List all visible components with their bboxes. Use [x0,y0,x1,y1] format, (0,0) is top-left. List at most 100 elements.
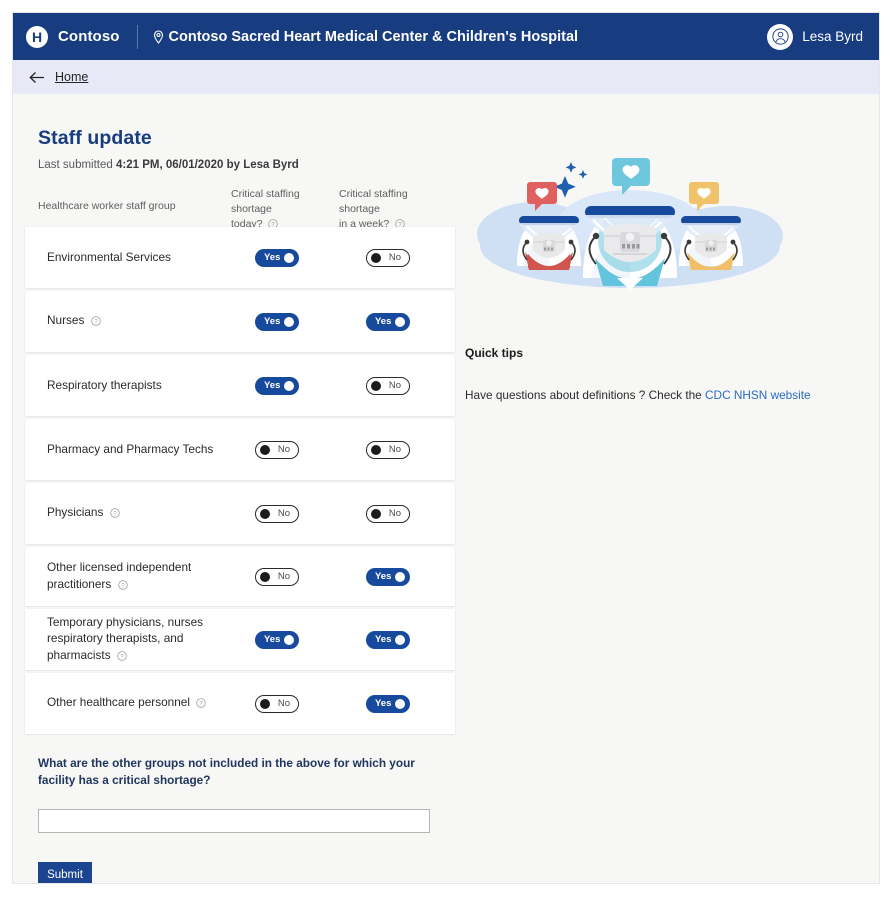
quick-tips-column: Quick tips Have questions about definiti… [465,94,865,402]
toggle-no[interactable]: No [366,440,410,459]
toggle-label: Yes [264,315,281,327]
toggle-no[interactable]: No [366,248,410,267]
toggle-yes[interactable]: Yes [366,694,410,713]
table-row: Pharmacy and Pharmacy Techs No No [25,419,455,480]
toggle-knob [395,316,405,327]
toggle-knob [395,698,405,709]
toggle-knob [395,634,405,645]
back-home-link[interactable]: Home [29,70,88,84]
toggle-cell-week: No [366,440,410,459]
toggle-knob [371,444,381,455]
toggle-cell-today: Yes [255,376,299,395]
toggle-cell-week: No [366,376,410,395]
main-content: Staff update Last submitted 4:21 PM, 06/… [13,94,879,883]
svg-text:?: ? [200,701,204,708]
toggle-label: Yes [264,251,281,263]
brand-label: Contoso [58,28,120,45]
app-header: H Contoso Contoso Sacred Heart Medical C… [13,13,879,60]
facility-label: Contoso Sacred Heart Medical Center & Ch… [168,28,579,45]
toggle-cell-today: No [255,694,299,713]
home-label: Home [55,70,89,84]
cdc-nhsn-website-link[interactable]: CDC NHSN website [705,388,811,402]
app-window: H Contoso Contoso Sacred Heart Medical C… [12,12,880,884]
toggle-yes[interactable]: Yes [366,630,410,649]
help-circle-icon[interactable]: ? [117,649,127,666]
toggle-cell-today: Yes [255,630,299,649]
page-title: Staff update [38,127,152,149]
toggle-label: Yes [264,379,281,391]
last-submitted-text: Last submitted 4:21 PM, 06/01/2020 by Le… [38,159,455,171]
staff-group-label: Physicians ? [47,504,232,523]
arrow-left-icon [29,71,45,84]
help-circle-icon[interactable]: ? [196,696,206,713]
toggle-knob [260,508,270,519]
staff-group-label: Other healthcare personnel ? [47,694,232,713]
toggle-knob [260,698,270,709]
toggle-knob [284,252,294,263]
column-header-group: Healthcare worker staff group [38,200,176,212]
toggle-cell-week: No [366,248,410,267]
toggle-yes[interactable]: Yes [255,630,299,649]
toggle-label: Yes [264,633,281,645]
toggle-yes[interactable]: Yes [255,312,299,331]
toggle-yes[interactable]: Yes [255,248,299,267]
toggle-cell-today: Yes [255,312,299,331]
toggle-yes[interactable]: Yes [366,567,410,586]
user-name-label: Lesa Byrd [802,29,863,44]
staff-group-name: Environmental Services [47,250,171,265]
toggle-knob [284,316,294,327]
staff-group-label: Nurses ? [47,312,232,331]
staff-group-name: Nurses [47,313,85,328]
toggle-label: No [277,570,290,582]
toggle-cell-week: Yes [366,567,410,586]
table-row: Nurses ? Yes Yes [25,291,455,352]
last-submitted-value: 4:21 PM, 06/01/2020 by Lesa Byrd [115,159,299,171]
toggle-cell-today: No [255,504,299,523]
table-row: Other licensed independent practitioners… [25,547,455,606]
user-menu[interactable]: Lesa Byrd [767,23,863,50]
toggle-no[interactable]: No [255,504,299,523]
toggle-label: No [388,443,401,455]
toggle-yes[interactable]: Yes [255,376,299,395]
facility-name: Contoso Sacred Heart Medical Center & Ch… [153,28,579,45]
toggle-label: No [277,443,290,455]
svg-text:?: ? [121,582,125,589]
svg-text:?: ? [120,653,124,660]
table-row: Temporary physicians, nurses respiratory… [25,609,455,670]
toggle-label: Yes [375,315,392,327]
toggle-label: Yes [375,633,392,645]
healthcare-workers-masks-illustration [465,154,795,294]
staff-group-label: Other licensed independent practitioners… [47,559,232,594]
last-submitted-prefix: Last submitted [38,159,116,171]
toggle-cell-week: Yes [366,630,410,649]
help-circle-icon[interactable]: ? [117,578,128,595]
quick-tips-body: Have questions about definitions ? Check… [465,388,706,402]
table-row: Physicians ? No No [25,483,455,544]
help-circle-icon[interactable]: ? [109,506,120,523]
help-circle-icon[interactable]: ? [90,314,101,331]
toggle-no[interactable]: No [366,376,410,395]
table-row: Environmental Services Yes No [25,227,455,288]
svg-text:?: ? [113,511,117,518]
toggle-cell-week: No [366,504,410,523]
toggle-label: No [388,379,401,391]
toggle-cell-week: Yes [366,312,410,331]
table-column-headers: Healthcare worker staff group Critical s… [25,187,455,230]
toggle-no[interactable]: No [366,504,410,523]
submit-button[interactable]: Submit [38,862,92,883]
toggle-knob [284,380,294,391]
toggle-knob [284,634,294,645]
map-pin-icon [153,29,164,44]
staff-group-name: Respiratory therapists [47,378,162,393]
toggle-knob [260,571,270,582]
toggle-label: Yes [375,697,392,709]
toggle-no[interactable]: No [255,694,299,713]
staff-group-name: Pharmacy and Pharmacy Techs [47,442,214,457]
quick-tips-text: Have questions about definitions ? Check… [465,388,865,402]
toggle-yes[interactable]: Yes [366,312,410,331]
toggle-label: No [388,251,401,263]
toggle-no[interactable]: No [255,440,299,459]
toggle-no[interactable]: No [255,567,299,586]
other-groups-input[interactable] [38,809,430,833]
toggle-label: No [277,697,290,709]
